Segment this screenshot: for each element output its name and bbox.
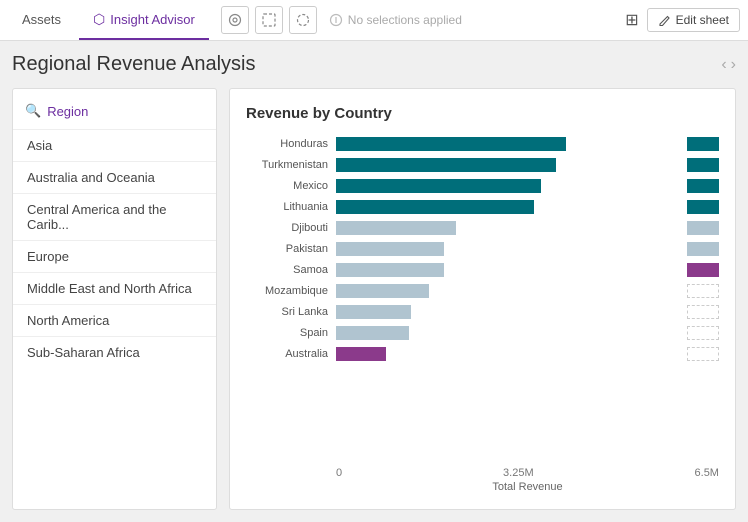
- chart-title: Revenue by Country: [246, 105, 719, 122]
- insight-advisor-label: Insight Advisor: [110, 12, 195, 27]
- bar-row-5: Pakistan: [246, 241, 719, 257]
- bar-label-2: Mexico: [246, 180, 336, 192]
- mini-bar-3: [687, 200, 719, 214]
- bar-fill-8: [336, 305, 411, 319]
- sidebar-item-1[interactable]: Australia and Oceania: [13, 162, 216, 194]
- bar-row-9: Spain: [246, 325, 719, 341]
- lasso-tool-btn[interactable]: [289, 6, 317, 34]
- bar-track-0: [336, 136, 687, 152]
- sidebar-item-5[interactable]: North America: [13, 305, 216, 337]
- bar-row-3: Lithuania: [246, 199, 719, 215]
- sidebar-item-0[interactable]: Asia: [13, 130, 216, 162]
- sidebar-item-4[interactable]: Middle East and North Africa: [13, 273, 216, 305]
- mini-bar-5: [687, 242, 719, 256]
- bar-track-9: [336, 325, 687, 341]
- no-selection-text: No selections applied: [348, 13, 462, 27]
- bar-row-10: Australia: [246, 346, 719, 362]
- bar-row-1: Turkmenistan: [246, 157, 719, 173]
- page-title: Regional Revenue Analysis: [12, 53, 256, 76]
- topbar: Assets ⬡ Insight Advisor No selectio: [0, 0, 748, 41]
- tab-assets[interactable]: Assets: [8, 0, 75, 40]
- bar-fill-4: [336, 221, 456, 235]
- select-tool-btn[interactable]: [221, 6, 249, 34]
- bar-label-7: Mozambique: [246, 285, 336, 297]
- mini-bar-9: [687, 326, 719, 340]
- chart-area: Revenue by Country Honduras Turkmenistan M…: [229, 88, 736, 510]
- mini-bar-4: [687, 221, 719, 235]
- bar-label-4: Djibouti: [246, 222, 336, 234]
- content-row: 🔍 Region Asia Australia and Oceania Cent…: [12, 88, 736, 510]
- sidebar-item-6[interactable]: Sub-Saharan Africa: [13, 337, 216, 368]
- nav-forward-arrow[interactable]: ›: [731, 56, 736, 74]
- topbar-right: ⊞ Edit sheet: [625, 8, 740, 32]
- mini-bar-7: [687, 284, 719, 298]
- chart-x-axis: 0 3.25M 6.5M: [246, 467, 719, 479]
- mini-bar-8: [687, 305, 719, 319]
- nav-back-arrow[interactable]: ‹: [721, 56, 726, 74]
- bar-fill-10: [336, 347, 386, 361]
- main-area: Regional Revenue Analysis ‹ › 🔍 Region A…: [0, 41, 748, 522]
- mini-bar-2: [687, 179, 719, 193]
- sidebar-item-2[interactable]: Central America and the Carib...: [13, 194, 216, 241]
- toolbar-tools: [221, 6, 317, 34]
- bar-fill-5: [336, 242, 444, 256]
- bar-fill-7: [336, 284, 429, 298]
- tab-insight-advisor[interactable]: ⬡ Insight Advisor: [79, 0, 209, 40]
- grid-icon[interactable]: ⊞: [625, 10, 638, 30]
- edit-sheet-label: Edit sheet: [676, 13, 729, 27]
- no-selection-indicator: No selections applied: [329, 13, 462, 27]
- bar-track-6: [336, 262, 687, 278]
- mini-bar-6: [687, 263, 719, 277]
- sidebar-item-3[interactable]: Europe: [13, 241, 216, 273]
- sidebar: 🔍 Region Asia Australia and Oceania Cent…: [12, 88, 217, 510]
- bar-label-5: Pakistan: [246, 243, 336, 255]
- bar-track-8: [336, 304, 687, 320]
- mini-bar-0: [687, 137, 719, 151]
- bar-fill-6: [336, 263, 444, 277]
- bar-fill-3: [336, 200, 534, 214]
- bar-fill-1: [336, 158, 556, 172]
- bar-track-5: [336, 241, 687, 257]
- bar-label-9: Spain: [246, 327, 336, 339]
- bar-label-1: Turkmenistan: [246, 159, 336, 171]
- chart-x-title: Total Revenue: [246, 481, 719, 493]
- bar-label-6: Samoa: [246, 264, 336, 276]
- bar-label-10: Australia: [246, 348, 336, 360]
- bar-row-0: Honduras: [246, 136, 719, 152]
- bar-track-1: [336, 157, 687, 173]
- marquee-tool-btn[interactable]: [255, 6, 283, 34]
- bar-fill-0: [336, 137, 566, 151]
- sidebar-items-list: Asia Australia and Oceania Central Ameri…: [13, 130, 216, 499]
- bar-row-8: Sri Lanka: [246, 304, 719, 320]
- bar-chart: Honduras Turkmenistan Mexico Lithuania Djibo…: [246, 136, 719, 461]
- bar-fill-9: [336, 326, 409, 340]
- assets-label: Assets: [22, 12, 61, 27]
- chart-body: Honduras Turkmenistan Mexico Lithuania Djibo…: [246, 136, 719, 493]
- sidebar-field-label: Region: [47, 104, 88, 119]
- bar-track-10: [336, 346, 687, 362]
- bar-row-2: Mexico: [246, 178, 719, 194]
- nav-arrows: ‹ ›: [721, 56, 736, 74]
- mini-bar-1: [687, 158, 719, 172]
- page-title-row: Regional Revenue Analysis ‹ ›: [12, 53, 736, 76]
- bar-track-3: [336, 199, 687, 215]
- bar-label-0: Honduras: [246, 138, 336, 150]
- sidebar-search: 🔍 Region: [13, 99, 216, 130]
- bar-row-7: Mozambique: [246, 283, 719, 299]
- bar-track-2: [336, 178, 687, 194]
- insight-icon: ⬡: [93, 11, 105, 28]
- edit-sheet-button[interactable]: Edit sheet: [647, 8, 740, 32]
- bar-label-3: Lithuania: [246, 201, 336, 213]
- bar-label-8: Sri Lanka: [246, 306, 336, 318]
- bar-track-4: [336, 220, 687, 236]
- mini-bar-10: [687, 347, 719, 361]
- bar-fill-2: [336, 179, 541, 193]
- bar-track-7: [336, 283, 687, 299]
- bar-row-4: Djibouti: [246, 220, 719, 236]
- bar-row-6: Samoa: [246, 262, 719, 278]
- search-icon: 🔍: [25, 103, 41, 119]
